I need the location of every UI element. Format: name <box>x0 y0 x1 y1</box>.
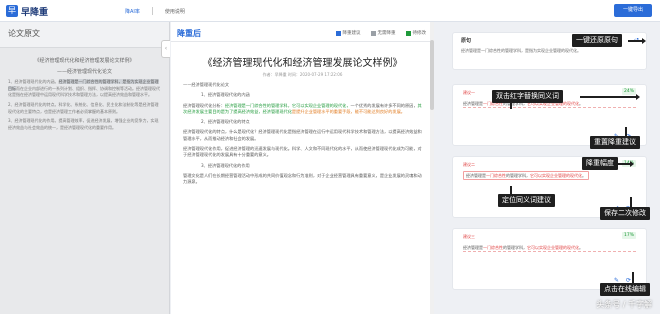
legend-swatch-gray <box>370 30 376 36</box>
legend-swatch-green <box>405 30 411 36</box>
annotation-line <box>510 186 512 194</box>
text-segment: 的管理学科， <box>503 245 527 250</box>
original-panel-title: 论文原文 <box>0 22 169 48</box>
annotation-locate: 定位同义词建议 <box>498 194 555 207</box>
text-segment: 的管理学科， <box>506 173 530 178</box>
suggestion-label: 建议一 <box>463 90 475 95</box>
rewritten-text: ——经济管理现代化论文 1、经济管理现代化的内涵 经济管理现代化分析：经济管理是… <box>171 82 434 186</box>
doc-paragraph: 管理文化是人们在长期经营管理活动中形成的共同价值观念和行为准则，对于企业经营管理… <box>183 172 422 185</box>
text-segment: 。 <box>579 101 583 106</box>
original-paragraph: 1、经济管理现代化的内涵。经济管理是一门综合性的管理学科，是指为实现企业管理目标… <box>8 79 161 99</box>
suggestion-label: 建议二 <box>463 162 475 167</box>
annotation-line <box>625 127 627 136</box>
suggestion-text[interactable]: 经济管理是一门综合性的管理学科，它可以实现企业管理的现代化。 <box>463 171 636 180</box>
document-meta: 作者：早降重 时间：2020-07-29 17:22:06 <box>262 72 343 77</box>
original-paragraph: 2、经济管理现代化的特点。科学化、系统化、信息化、民主化和法制化等是经济管理现代… <box>8 101 159 114</box>
edit-box[interactable]: 经济管理是一门综合性的管理学科，它可以实现企业管理的现代化。 <box>463 171 589 180</box>
original-paragraph: 3、经济管理现代化的作用。提高管理效率，促进经济发展，增强企业的竞争力，实现经济… <box>8 118 159 130</box>
legend-swatch-blue <box>335 30 341 36</box>
suggestion-text[interactable]: 经济管理是一门综合性的管理学科，它可以实现企业管理的现代化。 <box>463 245 636 252</box>
nav-divider <box>151 7 153 15</box>
pending-sentence[interactable]: 是提升企业管理水平的重要手段，能不可能达到良好的发展。 <box>292 109 405 114</box>
rewritten-panel: 降重后 降重建议 无需降重 待修改 《经济管理现代化和经济管理发展论文样例》 作… <box>171 22 434 314</box>
logo-text: 早降重 <box>21 7 49 18</box>
export-button[interactable]: 一键导出 <box>614 4 652 17</box>
original-panel: 论文原文 《经济管理现代化和经济管理发展论文样例》 ——经济管理现代化论文 1、… <box>0 22 170 314</box>
annotation-arrow <box>580 94 640 99</box>
top-nav: 降AI率 使用说明 <box>125 0 185 22</box>
doc-subtitle: ——经济管理现代化论文 <box>183 82 230 87</box>
annotation-arrow <box>628 38 646 43</box>
original-text: 《经济管理现代化和经济管理发展论文样例》 ——经济管理现代化论文 1、经济管理现… <box>0 48 169 140</box>
legend-item: 无需降重 <box>370 30 396 36</box>
original-text-segment: 而在企业内部进行的一系列计划、组织、指挥、协调和控制等活动。经济管理现代化是指在… <box>8 85 160 98</box>
annotation-save: 保存二次修改 <box>600 207 650 220</box>
doc-item: 2、经济管理现代化的特点 <box>201 119 250 125</box>
annotation-line <box>630 197 632 207</box>
nav-item-ai-rate[interactable]: 降AI率 <box>125 8 140 15</box>
legend-label: 降重建议 <box>342 31 361 36</box>
original-doc-subtitle: ——经济管理现代化论文 <box>56 68 112 75</box>
doc-item: 1、经济管理现代化的内涵 <box>201 92 250 98</box>
annotation-range: 降重幅度 <box>582 157 618 170</box>
watermark: 头条号 / 千字解 <box>596 300 652 309</box>
scrollbar-thumb[interactable] <box>430 40 434 110</box>
app-logo[interactable]: 早 早降重 <box>6 4 48 18</box>
text-segment: 经济管理是 <box>463 101 483 106</box>
annotation-restore: 一键还原原句 <box>572 34 622 47</box>
doc-item: 3、经济管理现代化的作用 <box>201 162 250 168</box>
top-bar: 早 早降重 降AI率 使用说明 一键导出 <box>0 0 660 22</box>
text-segment: 经济管理现代化分析： <box>183 102 225 108</box>
suggested-sentence[interactable]: 经济管理是一门综合性的管理学科，它可以实现企业管理的现代化， <box>225 103 351 108</box>
text-segment: 。 <box>579 245 583 250</box>
suggestion-panel: 原句 经济管理是一门综合性的管理学科，是指为实现企业管理的现代化。 ↺ 建议一 … <box>440 22 660 314</box>
rewritten-panel-header: 降重后 降重建议 无需降重 待修改 <box>171 22 434 42</box>
original-text-segment: 1、经济管理现代化的内涵。 <box>8 79 59 85</box>
doc-paragraph[interactable]: 经济管理现代化作用，促进经济管理的迅速发展与现代化。科学、人文和不同现代化的水平… <box>183 146 422 159</box>
reduction-badge: 24% <box>622 88 636 95</box>
annotation-line <box>632 272 634 283</box>
legend-label: 待修改 <box>412 31 427 36</box>
text-segment: 经济管理是 <box>463 245 483 250</box>
doc-paragraph: 经济管理现代化分析：经济管理是一门综合性的管理学科，它可以实现企业管理的现代化，… <box>183 103 422 116</box>
logo-icon: 早 <box>6 5 18 17</box>
synonym-word[interactable]: 一门综合性 <box>483 245 503 250</box>
legend-label: 无需降重 <box>377 31 396 36</box>
text-segment: 经济管理是 <box>466 173 486 178</box>
text-segment: 。 <box>582 173 586 178</box>
legend-item: 待修改 <box>405 30 427 36</box>
text-segment: 一个优秀的发展有许多不同的原因， <box>350 102 418 108</box>
document-title: 《经济管理现代化和经济管理发展论文样例》 <box>202 58 403 69</box>
synonym-word[interactable]: 一门综合性 <box>486 173 506 178</box>
suggestion-card: 建议三 17% 经济管理是一门综合性的管理学科，它可以实现企业管理的现代化。 ✎… <box>452 228 647 290</box>
original-sentence-text: 经济管理是一门综合性的管理学科，是指为实现企业管理的现代化。 <box>461 48 581 53</box>
original-doc-title: 《经济管理现代化和经济管理发展论文样例》 <box>34 58 135 64</box>
collapse-panel-button[interactable]: ‹ <box>161 40 170 58</box>
rewritten-panel-title: 降重后 <box>177 29 201 38</box>
synonym-word[interactable]: 它可以实现企业管理的现代化 <box>530 173 582 178</box>
nav-item-help[interactable]: 使用说明 <box>165 8 185 15</box>
suggestion-label: 建议三 <box>463 234 475 239</box>
annotation-reset: 重置降重建议 <box>590 136 640 149</box>
suggestion-header: 建议三 17% <box>453 229 646 243</box>
legend-item: 降重建议 <box>335 30 361 36</box>
annotation-edit: 点击在线编辑 <box>600 283 650 296</box>
reduction-badge: 17% <box>622 232 636 239</box>
doc-paragraph[interactable]: 经济管理现代化的特点，什么是现代化？经济管理现代化是指经济管理在运行中运用现代科… <box>183 129 422 142</box>
synonym-word[interactable]: 它可以实现企业管理的现代化 <box>527 245 579 250</box>
annotation-line <box>510 103 512 109</box>
legend: 降重建议 无需降重 待修改 <box>335 30 427 36</box>
annotation-double-click: 双击红字替换同义词 <box>492 90 563 103</box>
annotation-arrow <box>618 161 634 166</box>
